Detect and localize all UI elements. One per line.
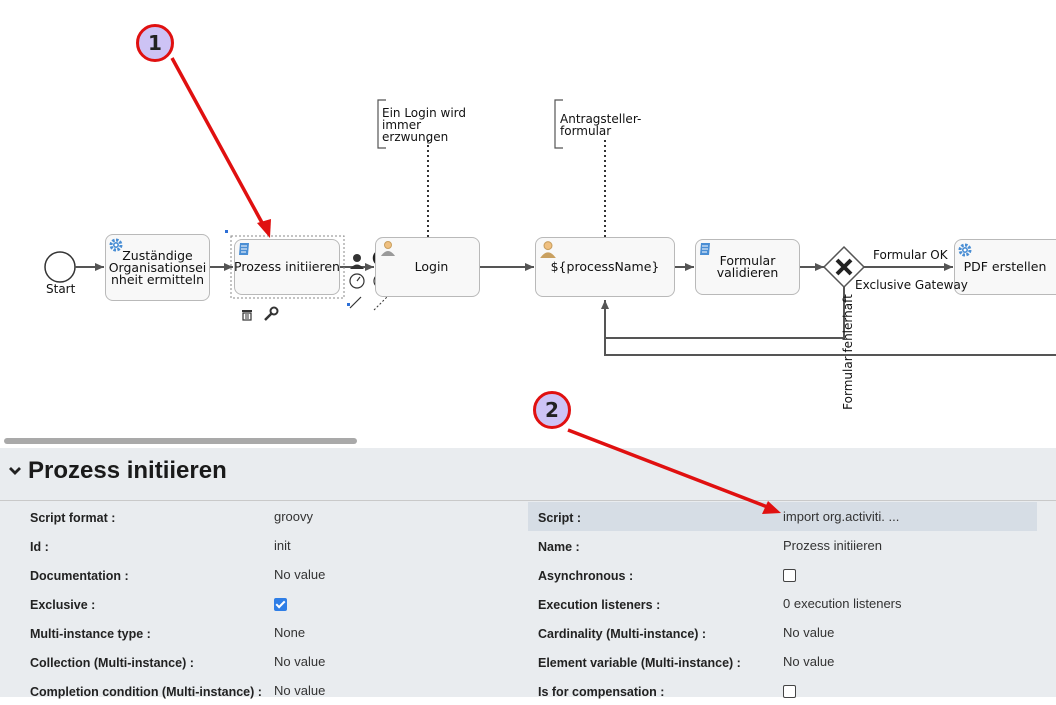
connect-arrow-pad-icon[interactable] [349,296,362,309]
script-icon [700,243,710,255]
property-label: Element variable (Multi-instance) : [538,656,741,670]
property-row[interactable]: Completion condition (Multi-instance) :N… [0,676,520,705]
property-value[interactable]: groovy [274,509,313,524]
text-annotation-antragsteller[interactable]: Antragsteller- formular [560,113,641,137]
start-event-label: Start [46,282,76,296]
flow-return[interactable] [604,338,1056,356]
checkbox-checked[interactable] [274,598,287,611]
start-event[interactable] [44,251,76,283]
user-icon [540,241,556,258]
user-task-pad-icon[interactable] [353,254,361,262]
property-row[interactable]: Script format : groovy [0,502,520,531]
task-label: Formular validieren [716,253,779,280]
property-label: Exclusive : [30,598,96,612]
flow-ok-label: Formular OK [873,248,948,262]
bpmn-canvas[interactable]: Start Zuständige Organisationsei nheit e… [0,0,1056,448]
panel-header: Prozess initiieren [0,448,1056,501]
callout-arrow-1 [170,57,268,231]
resize-handle-br[interactable] [347,303,350,306]
property-label: Multi-instance type : [30,627,151,641]
resize-handle-tl[interactable] [225,230,228,233]
property-row[interactable]: Script : import org.activiti. ... [528,502,1037,531]
property-value[interactable]: import org.activiti. ... [783,509,899,524]
flow-error-label: Formular fehlerhaft [841,294,855,410]
properties-panel: Prozess initiieren Script format : groovy… [0,448,1056,699]
user-task-process-name[interactable]: ${processName} [535,237,675,297]
property-label: Name : [538,540,580,554]
property-value[interactable]: No value [274,654,325,669]
user-icon [381,241,395,256]
service-task-organisationseinheit[interactable]: Zuständige Organisationsei nheit ermitte… [105,234,210,301]
checkbox-unchecked[interactable] [783,569,796,582]
horizontal-scrollbar[interactable] [4,438,357,444]
property-row[interactable]: Name : Prozess initiieren [528,531,1037,560]
property-row[interactable]: Collection (Multi-instance) : No value [0,647,520,676]
callout-badge-1: 1 [136,24,174,62]
property-row[interactable]: Multi-instance type : None [0,618,520,647]
script-task-prozess-initiieren[interactable]: Prozess initiieren [234,239,340,295]
property-value[interactable]: No value [274,567,325,582]
callout-badge-2: 2 [533,391,571,429]
property-row[interactable]: Element variable (Multi-instance) : No va… [528,647,1037,676]
property-value[interactable]: No value [274,683,325,698]
property-value[interactable]: init [274,538,291,553]
chevron-down-icon[interactable] [8,465,22,477]
property-row[interactable]: Cardinality (Multi-instance) : No value [528,618,1037,647]
property-row[interactable]: Id : init [0,531,520,560]
user-task-login[interactable]: Login [375,237,480,297]
service-task-pdf-erstellen[interactable]: PDF erstellen [954,239,1056,295]
property-row[interactable]: Is for compensation : [528,676,1037,705]
property-row[interactable]: Documentation : No value [0,560,520,589]
property-label: Execution listeners : [538,598,661,612]
gateway-label: Exclusive Gateway [855,278,968,292]
wrench-icon[interactable] [264,306,279,321]
checkbox-unchecked[interactable] [783,685,796,698]
task-label: Prozess initiieren [234,259,340,274]
gear-icon [958,243,972,257]
property-label: Collection (Multi-instance) : [30,656,194,670]
trash-icon[interactable] [242,310,252,321]
task-label: PDF erstellen [963,259,1047,274]
user-task-pad-body [350,264,364,269]
property-value[interactable]: 0 execution listeners [783,596,902,611]
property-label: Script format : [30,511,116,525]
diagram-edges [44,57,1056,356]
task-label: Zuständige Organisationsei nheit ermitte… [108,247,207,287]
property-label: Script : [538,511,582,525]
property-label: Id : [30,540,49,554]
association-pad-icon[interactable] [373,295,389,311]
script-task-formular-validieren[interactable]: Formular validieren [695,239,800,295]
property-row[interactable]: Execution listeners : 0 execution listene… [528,589,1037,618]
property-value[interactable]: None [274,625,305,640]
property-label: Cardinality (Multi-instance) : [538,627,707,641]
property-value[interactable]: No value [783,625,834,640]
task-label: ${processName} [550,259,660,274]
property-label: Asynchronous : [538,569,634,583]
task-label: Login [414,259,449,274]
property-value[interactable]: No value [783,654,834,669]
property-label: Documentation : [30,569,129,583]
property-row[interactable]: Exclusive : [0,589,520,618]
property-row[interactable]: Asynchronous : [528,560,1037,589]
text-annotation-login[interactable]: Ein Login wird immer erzwungen [382,107,466,143]
property-value[interactable]: Prozess initiieren [783,538,882,553]
script-icon [239,243,249,255]
gear-icon [109,238,123,252]
panel-title: Prozess initiieren [28,457,227,484]
